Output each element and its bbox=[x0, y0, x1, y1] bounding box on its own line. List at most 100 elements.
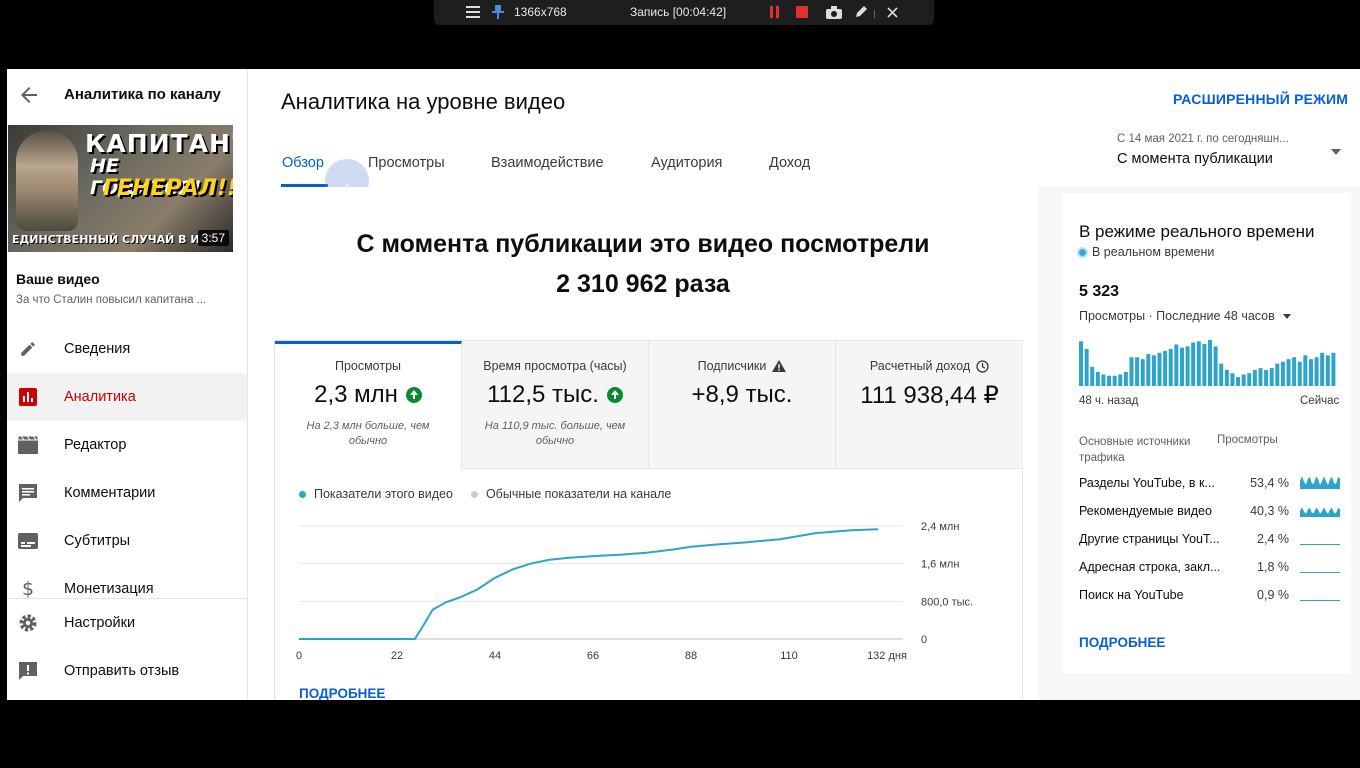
traffic-source-percent: 53,4 % bbox=[1250, 476, 1289, 490]
traffic-source-sparkline bbox=[1300, 507, 1340, 517]
sidebar-item-label: Комментарии bbox=[64, 485, 156, 501]
tab-audience[interactable]: Аудитория bbox=[651, 155, 722, 171]
live-label: В реальном времени bbox=[1092, 245, 1215, 259]
traffic-source-name: Поиск на YouTube bbox=[1079, 588, 1184, 602]
realtime-bar bbox=[1179, 347, 1184, 386]
realtime-bar bbox=[1135, 357, 1140, 386]
traffic-source-name: Другие страницы YouT... bbox=[1079, 532, 1220, 546]
realtime-bar bbox=[1090, 366, 1095, 386]
advanced-mode-button[interactable]: РАСШИРЕННЫЙ РЕЖИМ bbox=[1173, 91, 1348, 107]
tab-engagement[interactable]: Взаимодействие bbox=[491, 155, 604, 171]
realtime-bar bbox=[1230, 373, 1235, 386]
traffic-source-name: Разделы YouTube, в к... bbox=[1079, 476, 1215, 490]
youtube-studio-window: Аналитика по каналу КАПИТАН? НЕ ГОДИТСЯ!… bbox=[7, 69, 1360, 700]
analytics-icon bbox=[18, 387, 38, 407]
dollar-icon: $ bbox=[21, 578, 35, 600]
realtime-axis-start: 48 ч. назад bbox=[1079, 395, 1139, 407]
camera-icon[interactable] bbox=[826, 5, 842, 19]
realtime-bar bbox=[1252, 370, 1257, 386]
realtime-bar bbox=[1084, 348, 1089, 386]
sparkline-area bbox=[1300, 572, 1340, 573]
traffic-source-row[interactable]: Рекомендуемые видео 40,3 % bbox=[1079, 504, 1349, 524]
legend-item-typical: Обычные показатели на канале bbox=[470, 487, 672, 501]
traffic-source-percent: 0,9 % bbox=[1257, 588, 1289, 602]
dropdown-caret-icon bbox=[1331, 149, 1341, 155]
close-icon[interactable] bbox=[887, 5, 898, 19]
realtime-bar-chart[interactable] bbox=[1079, 338, 1337, 386]
sidebar-item-analytics[interactable]: Аналитика bbox=[7, 373, 247, 421]
sidebar-item-label: Сведения bbox=[64, 341, 131, 357]
traffic-source-sparkline bbox=[1300, 572, 1340, 573]
video-duration-badge: 3:57 bbox=[197, 230, 229, 246]
metric-note: На 2,3 млн больше, чем обычно bbox=[306, 420, 430, 447]
back-arrow-icon[interactable] bbox=[17, 83, 41, 107]
sidebar-item-feedback[interactable]: Отправить отзыв bbox=[7, 647, 247, 695]
legend-dot bbox=[470, 491, 478, 499]
date-range-picker[interactable]: С 14 мая 2021 г. по сегодняшн... С момен… bbox=[1117, 133, 1347, 167]
tab-overview[interactable]: Обзор bbox=[282, 155, 324, 171]
sidebar-item-subtitles[interactable]: Субтитры bbox=[7, 517, 247, 565]
realtime-bar bbox=[1163, 350, 1168, 386]
realtime-bar bbox=[1123, 371, 1128, 386]
traffic-source-name: Адресная строка, закл... bbox=[1079, 560, 1221, 574]
sidebar-item-settings[interactable]: Настройки bbox=[7, 599, 247, 647]
metrics-panel: Просмотры 2,3 млн На 2,3 млн больше, чем… bbox=[274, 340, 1023, 700]
realtime-bar bbox=[1320, 352, 1325, 386]
overview-more-button[interactable]: ПОДРОБНЕЕ bbox=[299, 686, 385, 700]
x-tick-label: 132 дня bbox=[867, 650, 907, 662]
gear-icon bbox=[18, 613, 38, 633]
realtime-bar bbox=[1241, 374, 1246, 386]
metric-subscribers[interactable]: Подписчики +8,9 тыс. bbox=[649, 341, 836, 469]
sidebar-item-label: Настройки bbox=[64, 615, 136, 631]
menu-icon[interactable] bbox=[466, 5, 480, 19]
traffic-sources-views-header: Просмотры bbox=[1217, 434, 1278, 446]
realtime-period-dropdown[interactable]: Просмотры · Последние 48 часов bbox=[1079, 309, 1291, 323]
sparkline-area bbox=[1300, 600, 1340, 601]
video-thumbnail[interactable]: КАПИТАН? НЕ ГОДИТСЯ! ГЕНЕРАЛ!!! ЕДИНСТВЕ… bbox=[8, 125, 233, 252]
thumbnail-text-4: ЕДИНСТВЕННЫЙ СЛУЧАЙ В ИСТ bbox=[12, 233, 216, 246]
pen-icon[interactable] bbox=[854, 5, 868, 19]
legend-item-this-video: Показатели этого видео bbox=[299, 487, 453, 501]
live-dot-icon bbox=[1077, 246, 1088, 258]
realtime-bar bbox=[1112, 375, 1117, 386]
traffic-source-sparkline bbox=[1300, 600, 1340, 601]
date-range-subtitle: С 14 мая 2021 г. по сегодняшн... bbox=[1117, 133, 1289, 145]
tab-revenue[interactable]: Доход bbox=[769, 155, 810, 171]
realtime-bar bbox=[1208, 340, 1213, 386]
metric-value-text: 2,3 млн bbox=[314, 381, 398, 408]
sidebar-header: Аналитика по каналу bbox=[7, 69, 248, 119]
realtime-title: В режиме реального времени bbox=[1079, 222, 1315, 241]
sidebar-item-editor[interactable]: Редактор bbox=[7, 421, 247, 469]
realtime-bar bbox=[1219, 363, 1224, 386]
stop-icon[interactable] bbox=[796, 5, 808, 19]
metric-watch-time[interactable]: Время просмотра (часы) 112,5 тыс. На 110… bbox=[462, 341, 649, 469]
realtime-bar bbox=[1236, 377, 1241, 386]
realtime-more-button[interactable]: ПОДРОБНЕЕ bbox=[1079, 635, 1165, 650]
metric-views[interactable]: Просмотры 2,3 млн На 2,3 млн больше, чем… bbox=[275, 341, 462, 469]
pause-icon[interactable] bbox=[769, 5, 781, 19]
overview-headline: С момента публикации это видео посмотрел… bbox=[248, 224, 1038, 304]
series-line-this-video bbox=[299, 528, 879, 640]
realtime-bar bbox=[1213, 346, 1218, 386]
realtime-bar bbox=[1079, 341, 1084, 386]
traffic-source-name: Рекомендуемые видео bbox=[1079, 504, 1212, 518]
realtime-bar bbox=[1308, 359, 1313, 386]
traffic-source-row[interactable]: Разделы YouTube, в к... 53,4 % bbox=[1079, 476, 1349, 496]
metric-title-text: Просмотры bbox=[334, 359, 402, 373]
metric-revenue[interactable]: Расчетный доход 111 938,44 ₽ bbox=[836, 341, 1023, 469]
traffic-source-row[interactable]: Поиск на YouTube 0,9 % bbox=[1079, 588, 1349, 608]
sidebar-item-comments[interactable]: Комментарии bbox=[7, 469, 247, 517]
traffic-source-row[interactable]: Адресная строка, закл... 1,8 % bbox=[1079, 560, 1349, 580]
traffic-source-row[interactable]: Другие страницы YouT... 2,4 % bbox=[1079, 532, 1349, 552]
tab-views[interactable]: Просмотры bbox=[368, 155, 445, 171]
views-line-chart[interactable]: 0 800,0 тыс. 1,6 млн 2,4 млн 0 22 44 66 88 110 132… bbox=[275, 506, 1024, 700]
sidebar-item-details[interactable]: Сведения bbox=[7, 325, 247, 373]
legend-label: Обычные показатели на канале bbox=[485, 487, 672, 501]
traffic-source-sparkline bbox=[1300, 544, 1340, 545]
metric-title-text: Подписчики bbox=[697, 359, 767, 373]
x-tick-label: 44 bbox=[489, 650, 501, 662]
traffic-source-percent: 1,8 % bbox=[1257, 560, 1289, 574]
pin-icon[interactable] bbox=[492, 5, 504, 19]
thumbnail-text-1: КАПИТАН? bbox=[85, 129, 233, 158]
date-range-value: С момента публикации bbox=[1117, 151, 1273, 167]
